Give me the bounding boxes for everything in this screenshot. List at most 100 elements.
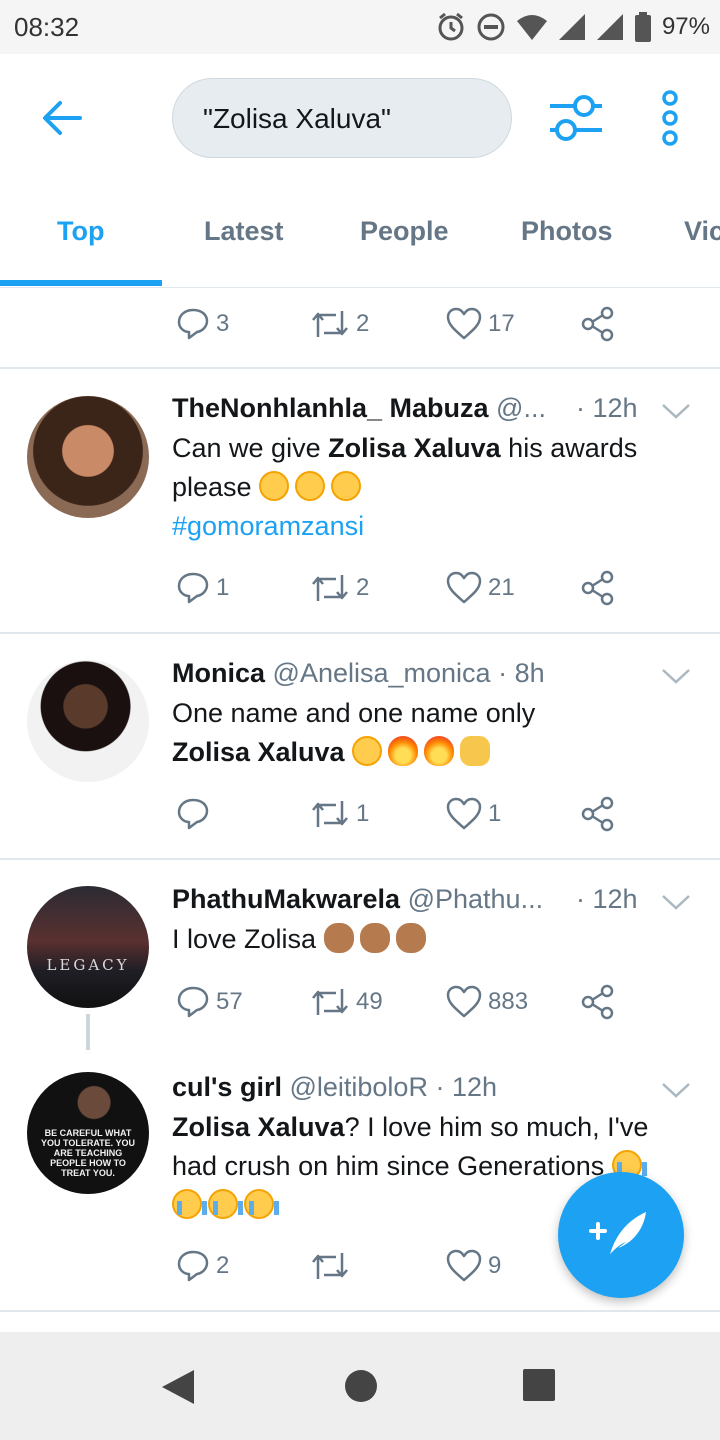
more-vertical-icon[interactable] xyxy=(652,88,688,148)
battery-percent: 97% xyxy=(661,13,710,40)
reply-button[interactable]: 1 xyxy=(176,566,229,610)
like-icon xyxy=(446,797,482,830)
like-button[interactable]: 21 xyxy=(446,566,515,610)
user-name[interactable]: TheNonhlanhla_ Mabuza xyxy=(172,393,489,423)
user-handle[interactable]: @Phathu... xyxy=(408,884,544,914)
like-button[interactable]: 883 xyxy=(446,980,528,1024)
chevron-down-icon[interactable] xyxy=(660,892,692,912)
like-icon xyxy=(446,571,482,604)
avatar-text: LEGACY xyxy=(46,956,130,974)
battery-icon xyxy=(634,12,651,42)
tweet-actions: 1 1 xyxy=(172,792,642,836)
tweet-time: · 12h xyxy=(435,1072,497,1102)
chevron-down-icon[interactable] xyxy=(660,666,692,686)
tab-photos[interactable]: Photos xyxy=(521,216,613,247)
retweet-icon xyxy=(312,801,348,827)
like-count: 883 xyxy=(488,988,529,1015)
retweet-button[interactable]: 2 xyxy=(310,566,369,610)
reply-icon xyxy=(177,986,209,1018)
alarm-icon xyxy=(438,12,464,41)
tweet-partial[interactable]: 3 2 17 xyxy=(0,288,720,368)
user-handle[interactable]: @Anelisa_monica xyxy=(273,658,491,688)
reply-count: 57 xyxy=(216,988,243,1015)
tweet-time: · 12h xyxy=(576,393,638,423)
reply-count: 1 xyxy=(216,574,230,601)
user-handle[interactable]: @... xyxy=(496,393,546,423)
raised-hands-emoji xyxy=(460,736,491,766)
tweet-actions: 57 49 883 xyxy=(172,980,642,1024)
chevron-down-icon[interactable] xyxy=(660,401,692,421)
share-icon xyxy=(581,984,614,1020)
tweet-item[interactable]: LEGACY PhathuMakwarela @Phathu... · 12h … xyxy=(0,860,720,1068)
tweet-actions: 1 2 21 xyxy=(172,566,642,610)
tweet-text-part: One name and one name only xyxy=(172,698,536,728)
reply-button[interactable]: 57 xyxy=(176,980,243,1024)
tab-videos[interactable]: Vic xyxy=(684,216,720,247)
retweet-button[interactable]: 2 xyxy=(310,302,369,346)
tweet-time: · 12h xyxy=(576,884,638,914)
back-arrow-icon[interactable] xyxy=(38,94,86,142)
avatar[interactable]: BE CAREFUL WHAT YOU TOLERATE. YOU ARE TE… xyxy=(27,1072,149,1194)
tab-latest[interactable]: Latest xyxy=(204,216,284,247)
tweet-divider xyxy=(0,1310,720,1312)
reply-button[interactable] xyxy=(176,792,216,836)
retweet-button[interactable]: 49 xyxy=(310,980,383,1024)
ok-hand-emoji xyxy=(323,923,354,953)
reply-button[interactable]: 2 xyxy=(176,1244,229,1288)
ok-hand-emoji xyxy=(395,923,426,953)
retweet-count: 2 xyxy=(356,574,370,601)
search-header: "Zolisa Xaluva" xyxy=(0,54,720,180)
rolling-eyes-emoji xyxy=(295,471,326,501)
tweet-header: cul's girl @leitiboloR · 12h xyxy=(172,1072,497,1103)
nav-recents-icon[interactable] xyxy=(522,1368,556,1402)
status-icons: 97% xyxy=(436,10,710,44)
tweet-text-part: Can we give xyxy=(172,433,329,463)
status-bar: 08:32 97% xyxy=(0,0,720,54)
retweet-count: 1 xyxy=(356,800,370,827)
avatar[interactable] xyxy=(27,660,149,782)
share-button[interactable] xyxy=(580,980,616,1024)
tweet-header: TheNonhlanhla_ Mabuza @... xyxy=(172,393,546,424)
tweet-actions: 3 2 17 xyxy=(172,302,642,346)
user-handle[interactable]: @leitiboloR xyxy=(289,1072,427,1102)
reply-button[interactable]: 3 xyxy=(176,302,229,346)
weary-face-emoji xyxy=(352,736,383,766)
reply-icon xyxy=(177,308,209,340)
user-name[interactable]: PhathuMakwarela xyxy=(172,884,400,914)
like-count: 17 xyxy=(488,310,515,337)
hashtag-link[interactable]: #gomoramzansi xyxy=(172,511,364,541)
tweet-item[interactable]: TheNonhlanhla_ Mabuza @... · 12h Can we … xyxy=(0,369,720,633)
like-button[interactable]: 9 xyxy=(446,1244,501,1288)
fire-emoji xyxy=(424,736,455,766)
avatar[interactable] xyxy=(27,396,149,518)
like-button[interactable]: 17 xyxy=(446,302,515,346)
compose-tweet-button[interactable] xyxy=(558,1172,684,1298)
nav-home-icon[interactable] xyxy=(343,1368,379,1404)
loudly-crying-emoji xyxy=(172,1189,207,1219)
share-button[interactable] xyxy=(580,792,616,836)
filter-icon[interactable] xyxy=(548,92,604,144)
nav-back-icon[interactable] xyxy=(160,1368,196,1406)
tab-top[interactable]: Top xyxy=(57,216,104,247)
retweet-button[interactable] xyxy=(310,1244,356,1288)
share-button[interactable] xyxy=(580,302,616,346)
avatar[interactable]: LEGACY xyxy=(27,886,149,1008)
retweet-button[interactable]: 1 xyxy=(310,792,369,836)
ok-hand-emoji xyxy=(359,923,390,953)
retweet-count: 49 xyxy=(356,988,383,1015)
tweet-item[interactable]: Monica @Anelisa_monica · 8h One name and… xyxy=(0,634,720,858)
rolling-eyes-emoji xyxy=(259,471,290,501)
like-icon xyxy=(446,307,482,340)
like-button[interactable]: 1 xyxy=(446,792,501,836)
tweet-text-bold: Zolisa Xaluva xyxy=(172,737,345,767)
rolling-eyes-emoji xyxy=(331,471,362,501)
reply-icon xyxy=(177,572,209,604)
chevron-down-icon[interactable] xyxy=(660,1080,692,1100)
search-input[interactable]: "Zolisa Xaluva" xyxy=(172,78,512,158)
retweet-count: 2 xyxy=(356,310,370,337)
user-name[interactable]: Monica xyxy=(172,658,265,688)
share-button[interactable] xyxy=(580,566,616,610)
tab-people[interactable]: People xyxy=(360,216,449,247)
like-count: 1 xyxy=(488,800,502,827)
user-name[interactable]: cul's girl xyxy=(172,1072,282,1102)
